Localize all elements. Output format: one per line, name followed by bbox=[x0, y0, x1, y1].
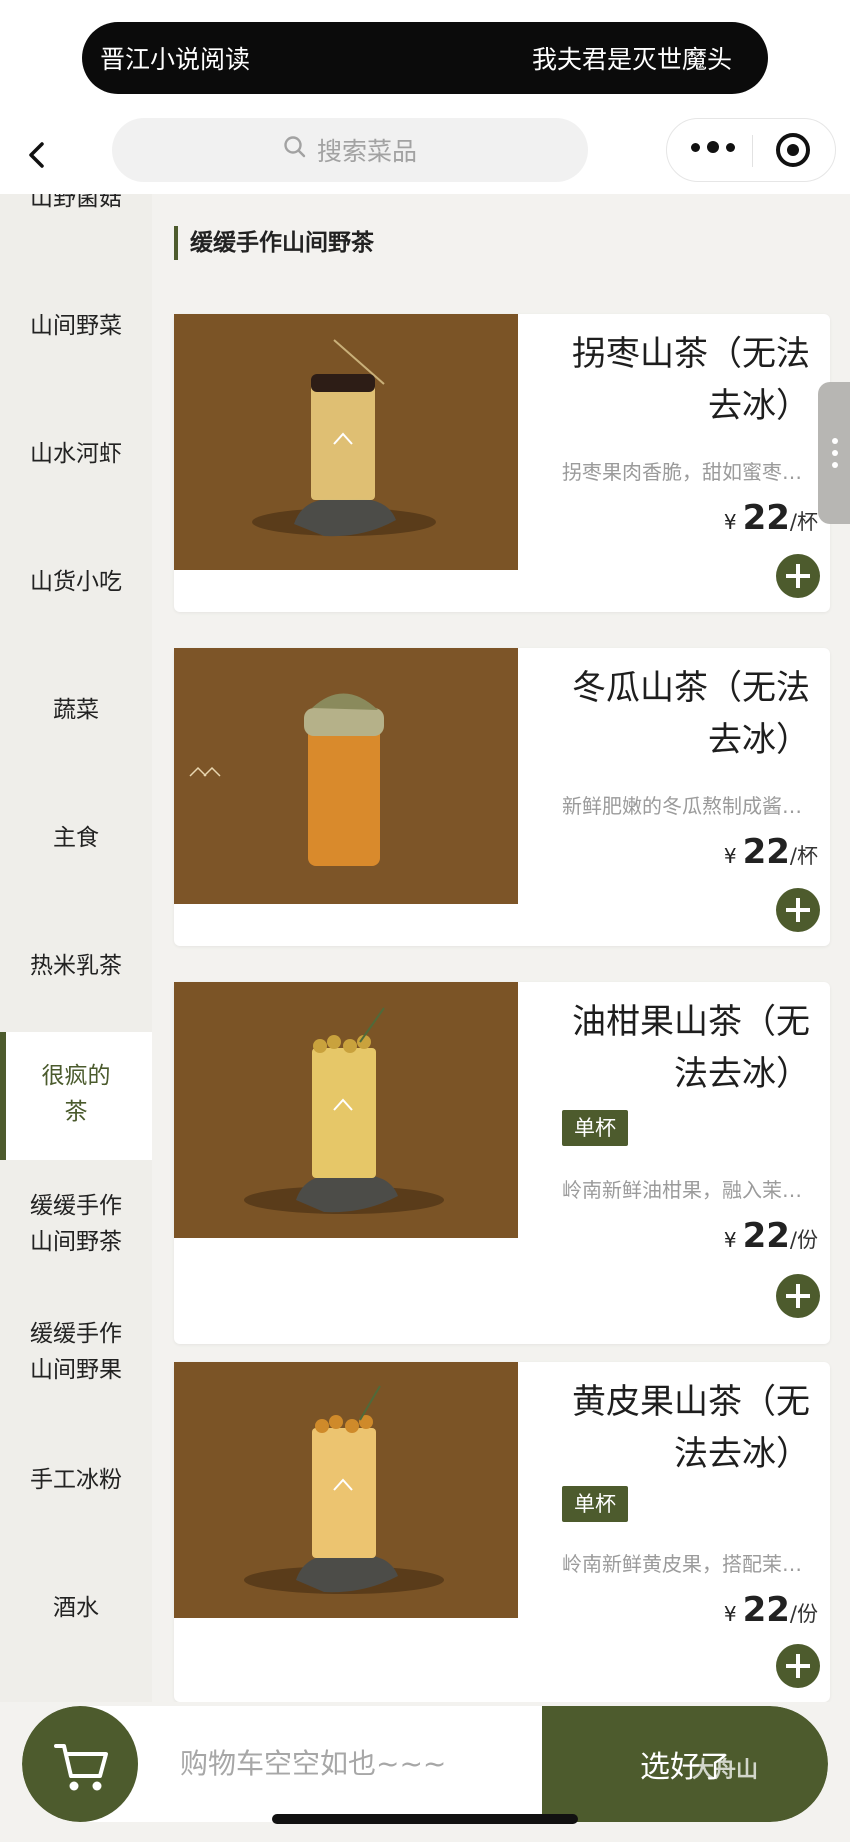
floating-more-tab[interactable] bbox=[818, 382, 850, 524]
top-bar: 晋江小说阅读 我夫君是灭世魔头 搜索菜品 bbox=[0, 0, 850, 194]
product-photo bbox=[174, 982, 518, 1238]
product-card[interactable]: 油柑果山茶（无法去冰） 单杯 岭南新鲜油柑果，融入茉… ¥22/份 bbox=[174, 982, 830, 1344]
product-name: 黄皮果山茶（无法去冰） bbox=[572, 1382, 810, 1474]
sidebar-item-drinks[interactable]: 酒水 bbox=[0, 1590, 152, 1626]
product-photo bbox=[174, 648, 518, 904]
sidebar-item-rice-milk-tea[interactable]: 热米乳茶 bbox=[0, 948, 152, 984]
sidebar-item-vegetables[interactable]: 蔬菜 bbox=[0, 692, 152, 728]
sidebar-item-staple[interactable]: 主食 bbox=[0, 820, 152, 856]
search-placeholder: 搜索菜品 bbox=[316, 137, 417, 166]
sidebar-item-ice-jelly[interactable]: 手工冰粉 bbox=[0, 1462, 152, 1498]
single-cup-tag: 单杯 bbox=[562, 1486, 628, 1522]
notice-app-label: 晋江小说阅读 bbox=[100, 45, 251, 74]
product-name: 拐枣山茶（无法去冰） bbox=[572, 334, 810, 426]
category-sidebar: 山野菌菇 山间野菜 山水河虾 山货小吃 蔬菜 主食 热米乳茶 很疯的茶 缓缓手作… bbox=[0, 194, 152, 1702]
cart-empty-text: 购物车空空如也~~~ bbox=[180, 1747, 447, 1780]
product-card[interactable]: 拐枣山茶（无法去冰） 拐枣果肉香脆，甜如蜜枣… ¥22/杯 bbox=[174, 314, 830, 612]
single-cup-tag: 单杯 bbox=[562, 1110, 628, 1146]
product-name: 油柑果山茶（无法去冰） bbox=[572, 1002, 810, 1094]
section-title: 缓缓手作山间野茶 bbox=[174, 226, 374, 260]
product-desc: 岭南新鲜黄皮果，搭配茉… bbox=[562, 1552, 802, 1576]
watermark: 大舟山 bbox=[692, 1758, 759, 1783]
product-list: 缓缓手作山间野茶 拐枣山茶（无法去冰） 拐枣果肉香脆，甜如蜜枣… ¥22/杯 冬… bbox=[152, 194, 850, 1702]
sidebar-item-wild-veg[interactable]: 山间野菜 bbox=[0, 308, 152, 344]
back-icon[interactable] bbox=[22, 140, 52, 170]
checkout-button[interactable]: 选好了 bbox=[542, 1706, 828, 1822]
product-desc: 岭南新鲜油柑果，融入茉… bbox=[562, 1178, 802, 1202]
add-to-cart-button[interactable] bbox=[776, 1644, 820, 1688]
product-card[interactable]: 黄皮果山茶（无法去冰） 单杯 岭南新鲜黄皮果，搭配茉… ¥22/份 bbox=[174, 1362, 830, 1702]
add-to-cart-button[interactable] bbox=[776, 1274, 820, 1318]
home-indicator bbox=[272, 1814, 578, 1824]
sidebar-item-handmade-tea[interactable]: 缓缓手作山间野茶 bbox=[0, 1188, 152, 1260]
search-icon bbox=[283, 135, 307, 165]
sidebar-item-crazy-tea[interactable]: 很疯的茶 bbox=[0, 1032, 152, 1160]
product-desc: 新鲜肥嫩的冬瓜熬制成酱… bbox=[562, 794, 802, 818]
product-price: ¥22/份 bbox=[723, 1216, 818, 1256]
sidebar-item-snacks[interactable]: 山货小吃 bbox=[0, 564, 152, 600]
sidebar-item-handmade-fruit[interactable]: 缓缓手作山间野果 bbox=[0, 1316, 152, 1388]
product-price: ¥22/杯 bbox=[723, 832, 818, 872]
add-to-cart-button[interactable] bbox=[776, 888, 820, 932]
search-input[interactable]: 搜索菜品 bbox=[112, 118, 588, 182]
notice-book-title: 我夫君是灭世魔头 bbox=[531, 45, 732, 74]
reading-notice-bar[interactable]: 晋江小说阅读 我夫君是灭世魔头 bbox=[82, 22, 768, 94]
cart-icon[interactable] bbox=[22, 1706, 138, 1822]
product-price: ¥22/杯 bbox=[723, 498, 818, 538]
product-desc: 拐枣果肉香脆，甜如蜜枣… bbox=[562, 460, 802, 484]
product-price: ¥22/份 bbox=[723, 1590, 818, 1630]
product-card[interactable]: 冬瓜山茶（无法去冰） 新鲜肥嫩的冬瓜熬制成酱… ¥22/杯 bbox=[174, 648, 830, 946]
product-name: 冬瓜山茶（无法去冰） bbox=[572, 668, 810, 760]
page: 晋江小说阅读 我夫君是灭世魔头 搜索菜品 山野菌菇 山间野菜 山水河虾 山货小吃… bbox=[0, 0, 850, 1842]
more-icon[interactable] bbox=[691, 141, 735, 153]
sidebar-item-mushroom[interactable]: 山野菌菇 bbox=[0, 194, 152, 216]
sidebar-item-river-shrimp[interactable]: 山水河虾 bbox=[0, 436, 152, 472]
close-target-icon[interactable] bbox=[776, 133, 810, 167]
miniprogram-capsule bbox=[666, 118, 836, 182]
add-to-cart-button[interactable] bbox=[776, 554, 820, 598]
product-photo bbox=[174, 1362, 518, 1618]
product-photo bbox=[174, 314, 518, 570]
